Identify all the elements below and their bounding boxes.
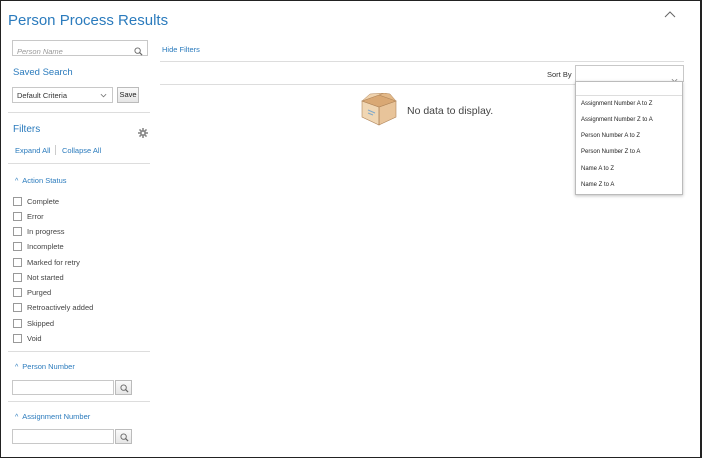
status-option-complete[interactable]: Complete [13,196,59,207]
saved-search-label: Saved Search [13,67,73,78]
checkbox-label: Error [27,212,44,221]
page-title: Person Process Results [8,12,169,29]
search-icon [120,433,129,442]
empty-state-message: No data to display. [407,105,494,117]
status-option-void[interactable]: Void [13,333,42,344]
status-option-in-progress[interactable]: In progress [13,226,65,237]
sort-option-blank[interactable] [576,83,682,96]
empty-box-icon [360,92,398,132]
checkbox[interactable] [13,334,22,343]
sort-option-person-number-a-z[interactable]: Person Number A to Z [581,133,640,139]
status-option-not-started[interactable]: Not started [13,272,64,283]
save-button[interactable]: Save [117,87,139,103]
checkbox-label: Purged [27,288,52,297]
action-status-section-toggle[interactable]: ^ Action Status [15,176,67,185]
status-option-marked-for-retry[interactable]: Marked for retry [13,257,80,268]
divider [8,401,150,402]
assignment-number-heading: Assignment Number [22,412,91,421]
chevron-up-icon: ^ [15,364,19,371]
sort-option-person-number-z-a[interactable]: Person Number Z to A [581,149,640,155]
collapse-all-link[interactable]: Collapse All [62,146,101,155]
checkbox[interactable] [13,288,22,297]
checkbox-label: Complete [27,197,60,206]
checkbox-label: Skipped [27,319,55,328]
chevron-up-icon: ^ [15,178,19,185]
status-option-error[interactable]: Error [13,211,44,222]
person-name-input[interactable] [13,44,128,59]
divider [8,163,150,164]
person-number-search-button[interactable] [115,380,132,395]
checkbox-label: In progress [27,227,65,236]
hide-filters-link[interactable]: Hide Filters [162,45,200,54]
checkbox-label: Retroactively added [27,303,94,312]
sort-option-name-a-z[interactable]: Name A to Z [581,166,614,172]
search-icon[interactable] [134,43,143,61]
divider [8,112,150,113]
checkbox[interactable] [13,303,22,312]
person-name-search [12,40,148,59]
chevron-down-icon [100,91,107,100]
checkbox-label: Not started [27,273,64,282]
sort-option-name-z-a[interactable]: Name Z to A [581,182,614,188]
status-option-incomplete[interactable]: Incomplete [13,241,64,252]
divider [160,84,575,85]
sort-by-dropdown-menu: Assignment Number A to Z Assignment Numb… [575,81,683,195]
gear-icon[interactable] [138,125,148,143]
search-icon [120,384,129,393]
person-number-input[interactable] [12,380,114,395]
checkbox[interactable] [13,212,22,221]
divider [8,351,150,352]
status-option-purged[interactable]: Purged [13,287,51,298]
status-option-retroactively-added[interactable]: Retroactively added [13,302,93,313]
checkbox[interactable] [13,227,22,236]
chevron-up-icon [664,11,676,18]
assignment-number-search-button[interactable] [115,429,132,444]
checkbox-label: Marked for retry [27,258,80,267]
status-option-skipped[interactable]: Skipped [13,318,54,329]
checkbox[interactable] [13,273,22,282]
person-number-section-toggle[interactable]: ^ Person Number [15,362,75,371]
checkbox-label: Incomplete [27,242,64,251]
action-status-heading: Action Status [22,176,67,185]
assignment-number-input[interactable] [12,429,114,444]
checkbox-label: Void [27,334,42,343]
expand-all-link[interactable]: Expand All [15,146,50,155]
saved-search-value: Default Criteria [17,91,68,100]
divider [160,61,684,62]
checkbox[interactable] [13,242,22,251]
sort-option-assignment-number-z-a[interactable]: Assignment Number Z to A [581,117,653,123]
checkbox[interactable] [13,258,22,267]
filters-title: Filters [13,124,41,135]
chevron-up-icon: ^ [15,414,19,421]
checkbox[interactable] [13,319,22,328]
assignment-number-section-toggle[interactable]: ^ Assignment Number [15,412,90,421]
sort-by-label: Sort By [547,70,572,79]
collapse-header-button[interactable] [664,10,678,24]
person-number-heading: Person Number [22,362,75,371]
sort-option-assignment-number-a-z[interactable]: Assignment Number A to Z [581,101,652,107]
checkbox[interactable] [13,197,22,206]
sort-by-select[interactable] [575,65,684,83]
link-separator [55,145,56,155]
saved-search-select[interactable]: Default Criteria [12,87,113,103]
